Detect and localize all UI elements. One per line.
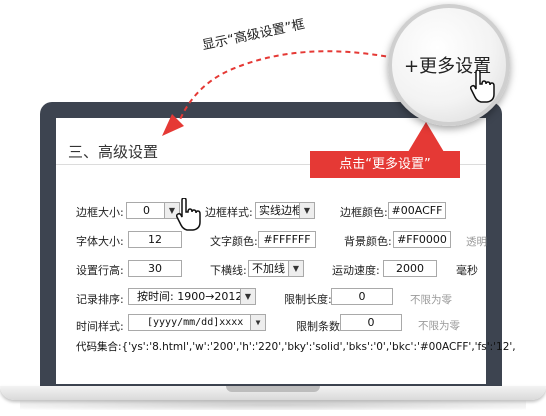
text-color-input[interactable]: #FFFFFF [258,231,316,248]
border-size-value: 0 [143,204,150,217]
border-style-select[interactable]: 实线边框 ▼ [255,202,315,219]
ms-label: 毫秒 [456,264,478,277]
dropdown-arrow-icon: ▼ [299,203,314,218]
code-value: {'ys':'8.html','w':'200','h':'220','bky'… [121,341,516,353]
dropdown-arrow-icon: ▼ [288,261,303,276]
dropdown-arrow-icon: ▼ [240,289,255,304]
sort-select[interactable]: 按时间: 1900→2012 ▼ [128,288,256,305]
transparent-label: 透明 [466,236,487,248]
font-size-label: 字体大小: [76,235,124,248]
limit-length-label: 限制长度: [284,293,332,306]
border-color-label: 边框颜色: [340,206,388,219]
section-title: 三、高级设置 [68,143,159,161]
border-style-value: 实线边框 [259,204,303,217]
border-color-input[interactable]: #00ACFF [388,202,446,219]
click-more-settings-badge: 点击“更多设置” [310,151,460,178]
sort-label: 记录排序: [76,293,124,306]
unlimited-note-2: 不限为零 [418,320,460,332]
laptop-notch [226,386,320,392]
time-style-value: [yyyy/mm/dd]xxxx [147,317,244,328]
text-color-label: 文字颜色: [210,235,258,248]
unlimited-note-1: 不限为零 [410,294,452,306]
time-style-label: 时间样式: [76,320,124,333]
dashed-arc-arrow [162,50,396,136]
bg-color-label: 背景颜色: [344,235,392,248]
dropdown-arrow-icon: ▼ [250,315,265,330]
speed-label: 运动速度: [332,264,380,277]
code-label: 代码集合: [76,341,122,353]
limit-count-input[interactable]: 0 [340,314,402,331]
limit-count-label: 限制条数: [296,320,344,333]
bg-color-input[interactable]: #FF0000 [393,231,451,248]
border-style-label: 边框样式: [205,206,253,219]
sort-value: 按时间: 1900→2012 [137,290,243,303]
underline-label: 下横线: [210,264,247,277]
hand-cursor-icon [176,198,201,231]
border-size-select[interactable]: 0 ▼ [126,202,180,219]
underline-select[interactable]: 不加线 ▼ [248,260,304,277]
time-style-select[interactable]: [yyyy/mm/dd]xxxx ▼ [128,314,266,331]
laptop-shadow [20,400,526,410]
speed-input[interactable]: 2000 [383,260,437,277]
limit-length-input[interactable]: 0 [331,288,393,305]
row-height-label: 设置行高: [76,264,124,277]
code-collection[interactable]: 代码集合:{'ys':'8.html','w':'200','h':'220',… [76,339,516,354]
badge-pointer [408,122,444,152]
row-height-input[interactable]: 30 [128,260,182,277]
border-size-label: 边框大小: [76,206,124,219]
underline-value: 不加线 [252,262,285,275]
font-size-input[interactable]: 12 [128,231,182,248]
hand-cursor-icon [470,70,495,103]
